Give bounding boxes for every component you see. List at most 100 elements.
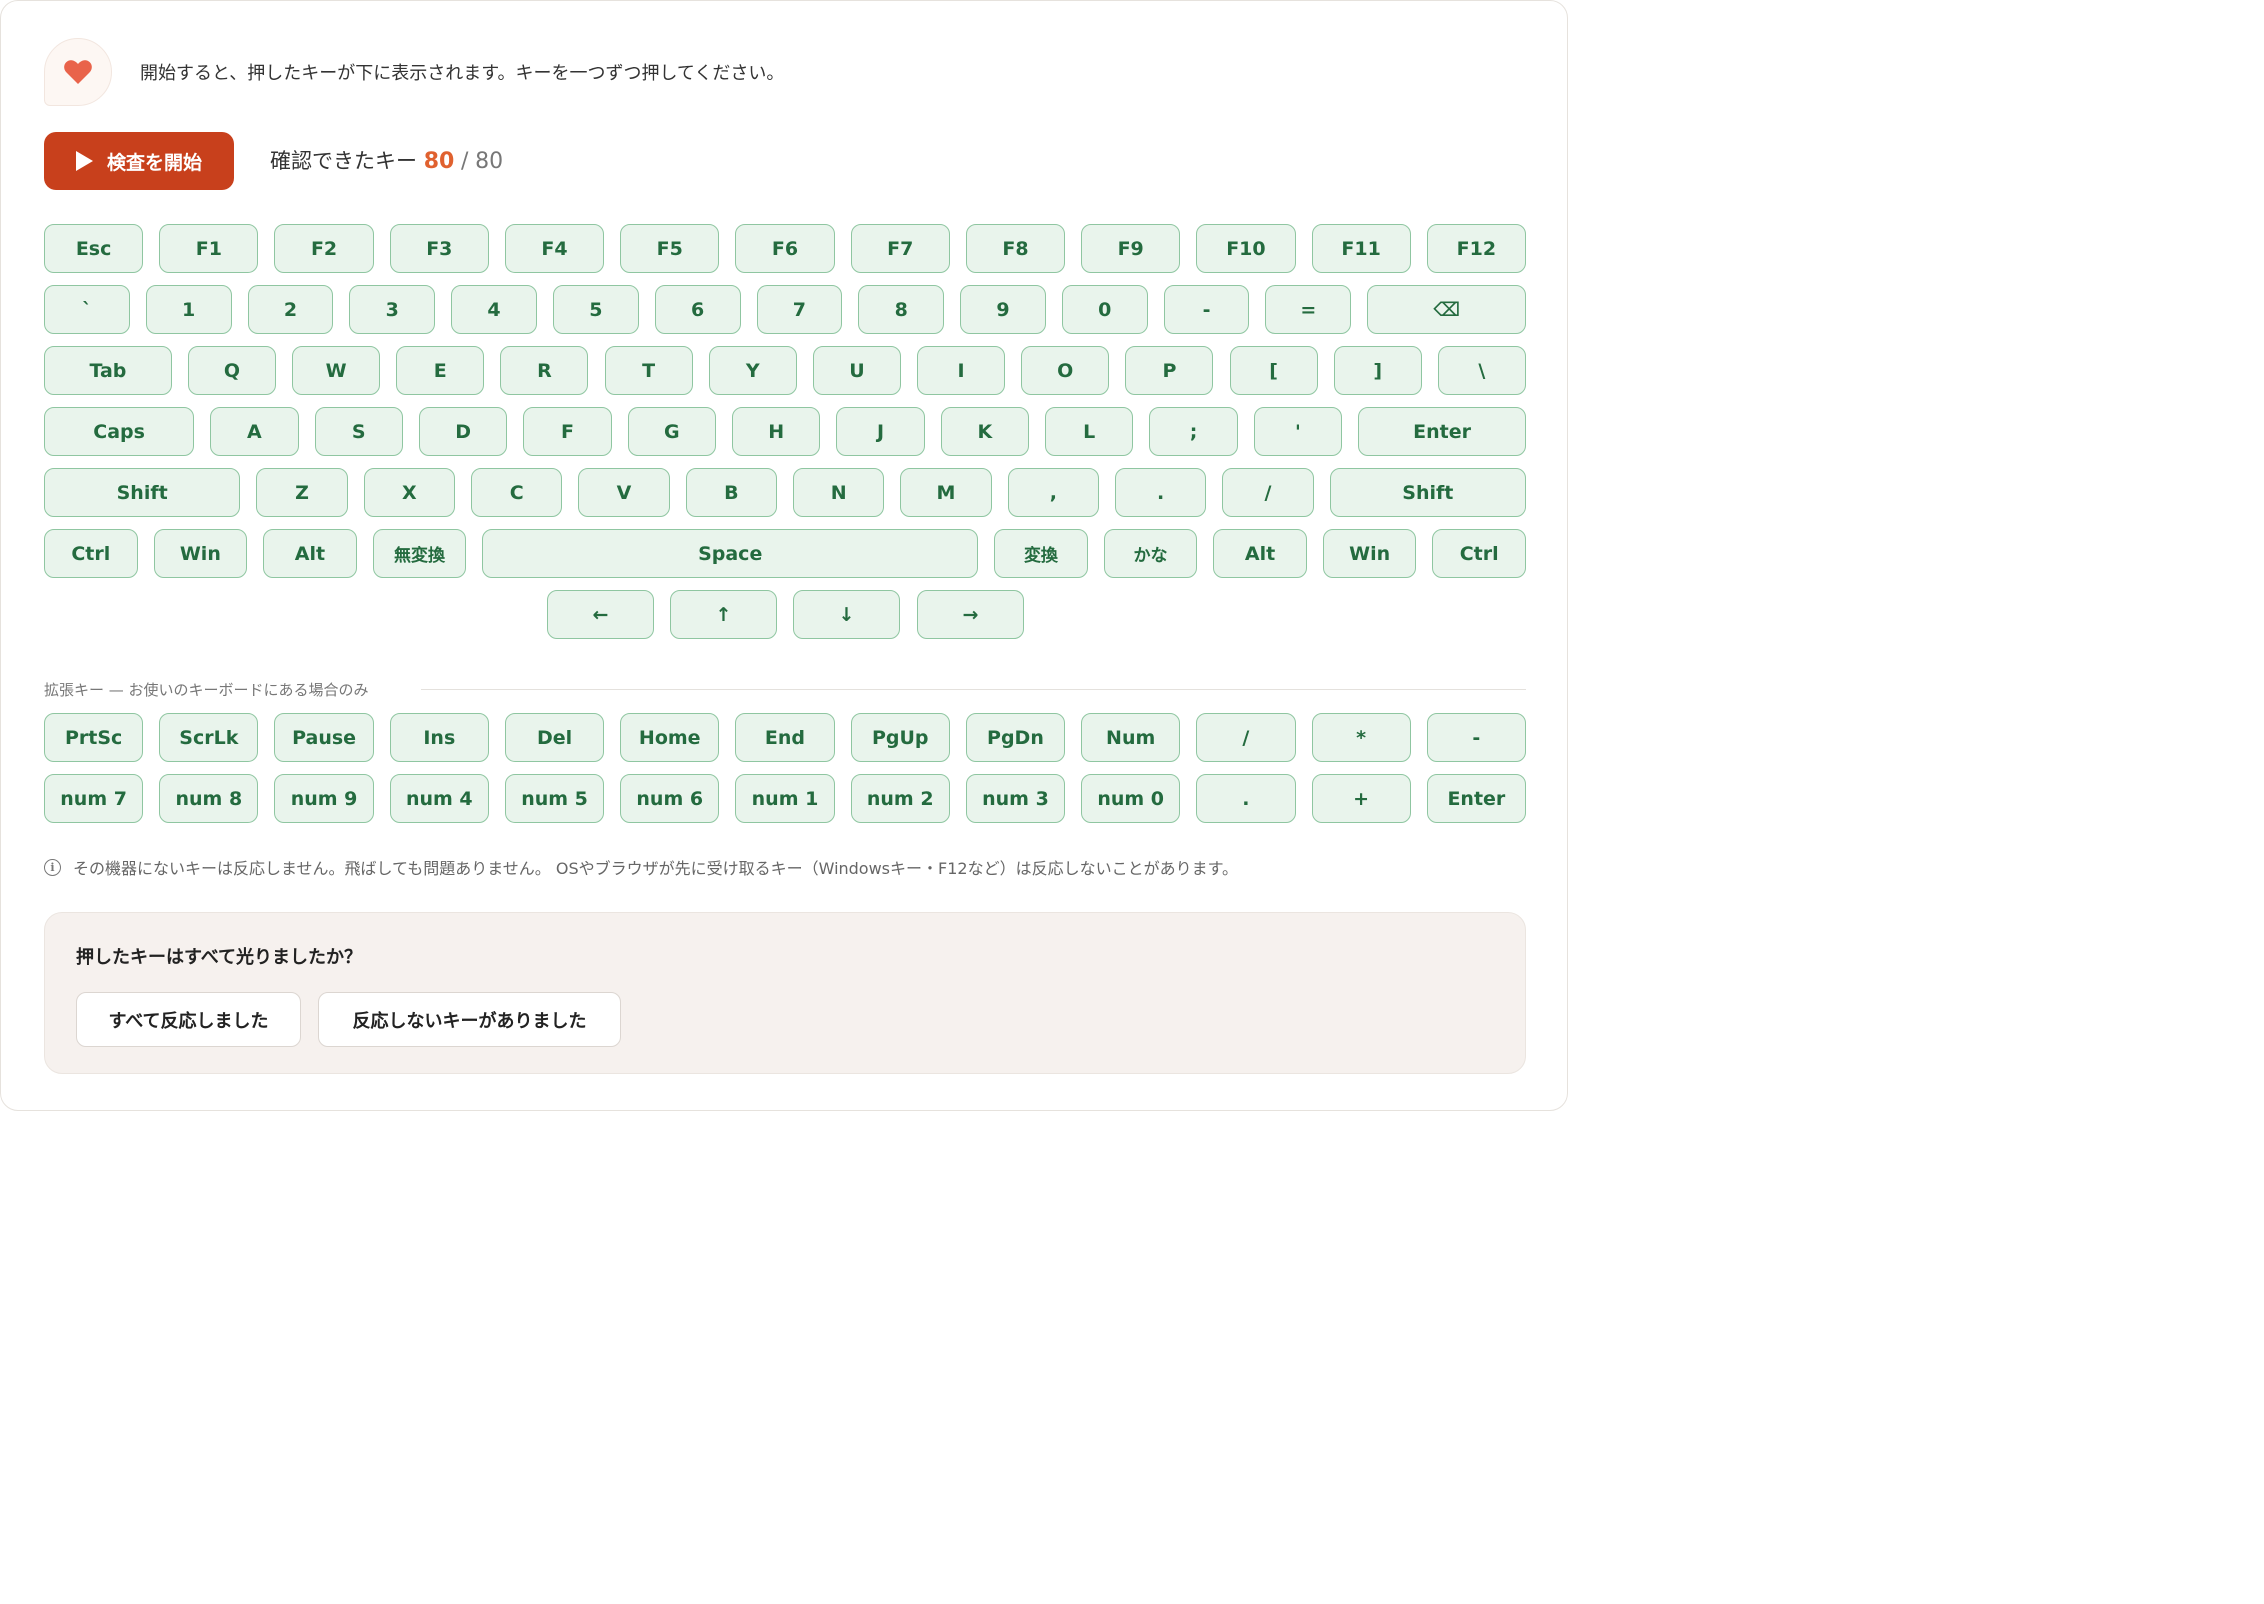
key-ext-slash[interactable]: /	[1196, 713, 1296, 762]
key-s[interactable]: S	[314, 407, 403, 456]
key-1[interactable]: 1	[145, 285, 232, 334]
key-numpad-enter[interactable]: Enter	[1426, 774, 1526, 823]
key-k[interactable]: K	[940, 407, 1030, 456]
key-shift[interactable]: Shift	[1329, 468, 1526, 517]
key-numpad-num-2[interactable]: num 2	[850, 774, 950, 823]
key-arrow-down[interactable]: ↓	[793, 590, 900, 639]
key-2[interactable]: 2	[247, 285, 334, 334]
key-ctrl[interactable]: Ctrl	[1432, 529, 1526, 578]
key-left-bracket[interactable]: [	[1229, 346, 1318, 395]
key-4[interactable]: 4	[451, 285, 537, 334]
key-period[interactable]: .	[1114, 468, 1207, 517]
key-caps[interactable]: Caps	[44, 407, 195, 456]
key-backspace[interactable]: ⌫	[1367, 285, 1526, 334]
key-semicolon[interactable]: ;	[1149, 407, 1238, 456]
key-d[interactable]: D	[418, 407, 508, 456]
key-f7[interactable]: F7	[850, 224, 950, 273]
key-f9[interactable]: F9	[1081, 224, 1181, 273]
key-a[interactable]: A	[210, 407, 299, 456]
key-z[interactable]: Z	[256, 468, 348, 517]
key-j[interactable]: J	[836, 407, 925, 456]
key-l[interactable]: L	[1045, 407, 1134, 456]
key-6[interactable]: 6	[654, 285, 741, 334]
key-numpad-num-7[interactable]: num 7	[44, 774, 144, 823]
key-numpad-num-0[interactable]: num 0	[1081, 774, 1181, 823]
key-ext-num[interactable]: Num	[1081, 713, 1181, 762]
key-win[interactable]: Win	[1322, 529, 1417, 578]
key-f4[interactable]: F4	[504, 224, 605, 273]
key-f8[interactable]: F8	[965, 224, 1066, 273]
key-ext-minus[interactable]: -	[1426, 713, 1526, 762]
key-ext-del[interactable]: Del	[504, 713, 605, 762]
all-keys-ok-button[interactable]: すべて反応しました	[76, 992, 301, 1047]
key-enter[interactable]: Enter	[1358, 407, 1526, 456]
key-y[interactable]: Y	[708, 346, 797, 395]
key-arrow-right[interactable]: →	[917, 590, 1024, 639]
key-0[interactable]: 0	[1061, 285, 1148, 334]
some-keys-failed-button[interactable]: 反応しないキーがありました	[318, 992, 621, 1047]
key-i[interactable]: I	[917, 346, 1006, 395]
key-right-bracket[interactable]: ]	[1333, 346, 1422, 395]
key-g[interactable]: G	[627, 407, 716, 456]
key-x[interactable]: X	[363, 468, 455, 517]
key-p[interactable]: P	[1125, 346, 1214, 395]
key-quote[interactable]: '	[1253, 407, 1343, 456]
key-q[interactable]: Q	[187, 346, 276, 395]
key-alt[interactable]: Alt	[263, 529, 357, 578]
key-8[interactable]: 8	[858, 285, 945, 334]
key-backslash[interactable]: \	[1437, 346, 1526, 395]
key-kana[interactable]: かな	[1103, 529, 1198, 578]
key-numpad-num-9[interactable]: num 9	[274, 774, 374, 823]
key-f5[interactable]: F5	[620, 224, 720, 273]
key-ext-pgup[interactable]: PgUp	[850, 713, 950, 762]
key-ext-prtsc[interactable]: PrtSc	[44, 713, 144, 762]
key-slash[interactable]: /	[1222, 468, 1314, 517]
key-numpad-num-3[interactable]: num 3	[965, 774, 1066, 823]
key-arrow-up[interactable]: ↑	[670, 590, 777, 639]
key-space[interactable]: Space	[482, 529, 979, 578]
key-comma[interactable]: ,	[1007, 468, 1099, 517]
key-w[interactable]: W	[292, 346, 381, 395]
key-alt[interactable]: Alt	[1213, 529, 1307, 578]
key-numpad-num-6[interactable]: num 6	[620, 774, 720, 823]
key-o[interactable]: O	[1021, 346, 1110, 395]
key-muhenkan[interactable]: 無変換	[372, 529, 467, 578]
key-ext-scrlk[interactable]: ScrLk	[159, 713, 259, 762]
key-f1[interactable]: F1	[159, 224, 259, 273]
key-henkan[interactable]: 変換	[994, 529, 1088, 578]
key-f11[interactable]: F11	[1311, 224, 1411, 273]
key-esc[interactable]: Esc	[44, 224, 144, 273]
key-ext-pgdn[interactable]: PgDn	[965, 713, 1066, 762]
key-3[interactable]: 3	[349, 285, 436, 334]
key-numpad-num-5[interactable]: num 5	[504, 774, 605, 823]
key-numpad-period[interactable]: .	[1196, 774, 1296, 823]
key-tab[interactable]: Tab	[44, 346, 172, 395]
key-f[interactable]: F	[523, 407, 612, 456]
key-ext-pause[interactable]: Pause	[274, 713, 374, 762]
key-arrow-left[interactable]: ←	[547, 590, 654, 639]
key-5[interactable]: 5	[552, 285, 639, 334]
key-f3[interactable]: F3	[389, 224, 489, 273]
key-7[interactable]: 7	[756, 285, 843, 334]
key-numpad-num-8[interactable]: num 8	[159, 774, 259, 823]
key-f10[interactable]: F10	[1196, 224, 1296, 273]
key-ext-asterisk[interactable]: *	[1311, 713, 1411, 762]
key-shift[interactable]: Shift	[44, 468, 241, 517]
key-ext-home[interactable]: Home	[620, 713, 720, 762]
key-b[interactable]: B	[685, 468, 777, 517]
key-numpad-num-4[interactable]: num 4	[389, 774, 489, 823]
key-ctrl[interactable]: Ctrl	[44, 529, 138, 578]
key-h[interactable]: H	[731, 407, 821, 456]
key-equal[interactable]: =	[1265, 285, 1352, 334]
key-r[interactable]: R	[500, 346, 589, 395]
key-numpad-num-1[interactable]: num 1	[735, 774, 835, 823]
key-minus[interactable]: -	[1163, 285, 1250, 334]
key-n[interactable]: N	[793, 468, 885, 517]
key-numpad-plus[interactable]: +	[1311, 774, 1411, 823]
key-f2[interactable]: F2	[274, 224, 374, 273]
key-ext-end[interactable]: End	[735, 713, 835, 762]
key-ext-ins[interactable]: Ins	[389, 713, 489, 762]
key-backtick[interactable]: `	[44, 285, 130, 334]
key-m[interactable]: M	[900, 468, 992, 517]
key-v[interactable]: V	[578, 468, 670, 517]
